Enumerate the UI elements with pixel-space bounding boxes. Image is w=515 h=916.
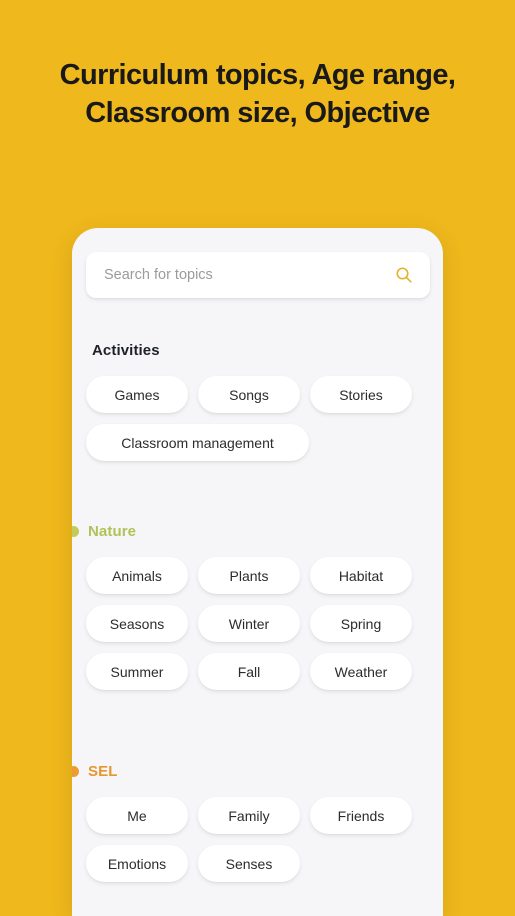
section-sel: SEL Me Family Friends Emotions Senses (72, 761, 443, 882)
section-activities: Activities Games Songs Stories Classroom man… (72, 340, 443, 461)
section-header-sel: SEL (72, 761, 443, 781)
topic-chip[interactable]: Family (198, 797, 300, 834)
topic-chip[interactable]: Games (86, 376, 188, 413)
section-header-nature: Nature (72, 521, 443, 541)
topic-chip[interactable]: Winter (198, 605, 300, 642)
chip-group-activities: Games Songs Stories Classroom management (72, 376, 443, 461)
topic-chip[interactable]: Spring (310, 605, 412, 642)
section-bullet-icon-nature (72, 525, 79, 537)
topic-chip[interactable]: Animals (86, 557, 188, 594)
topic-chip[interactable]: Plants (198, 557, 300, 594)
section-title-sel: SEL (88, 762, 118, 780)
page-title: Curriculum topics, Age range, Classroom … (0, 56, 515, 132)
section-title-activities: Activities (92, 341, 160, 359)
topic-chip[interactable]: Summer (86, 653, 188, 690)
section-title-nature: Nature (88, 522, 137, 540)
topic-chip[interactable]: Stories (310, 376, 412, 413)
topic-chip[interactable]: Friends (310, 797, 412, 834)
page-title-line-1: Curriculum topics, Age range, (59, 59, 456, 91)
topic-chip[interactable]: Fall (198, 653, 300, 690)
section-nature: Nature Animals Plants Habitat Seasons Winter S… (72, 521, 443, 690)
section-header-activities: Activities (72, 340, 443, 360)
screen-root: Curriculum topics, Age range, Classroom … (0, 0, 515, 916)
chip-group-sel: Me Family Friends Emotions Senses (72, 797, 443, 882)
topic-chip[interactable]: Me (86, 797, 188, 834)
page-title-line-2: Classroom size, Objective (85, 97, 430, 129)
search-bar[interactable] (86, 252, 430, 298)
topic-chip[interactable]: Songs (198, 376, 300, 413)
section-bullet-icon-sel (72, 765, 79, 777)
topic-chip[interactable]: Emotions (86, 845, 188, 882)
search-icon[interactable] (394, 265, 414, 285)
chip-group-nature: Animals Plants Habitat Seasons Winter Spring S… (72, 557, 443, 690)
search-input[interactable] (104, 267, 386, 283)
topic-chip[interactable]: Weather (310, 653, 412, 690)
topic-chip[interactable]: Seasons (86, 605, 188, 642)
topic-chip[interactable]: Habitat (310, 557, 412, 594)
topics-panel: Activities Games Songs StoriesClassroom man… (72, 228, 443, 916)
topic-chip[interactable]: Senses (198, 845, 300, 882)
topic-chip[interactable]: Classroom management (86, 424, 309, 461)
